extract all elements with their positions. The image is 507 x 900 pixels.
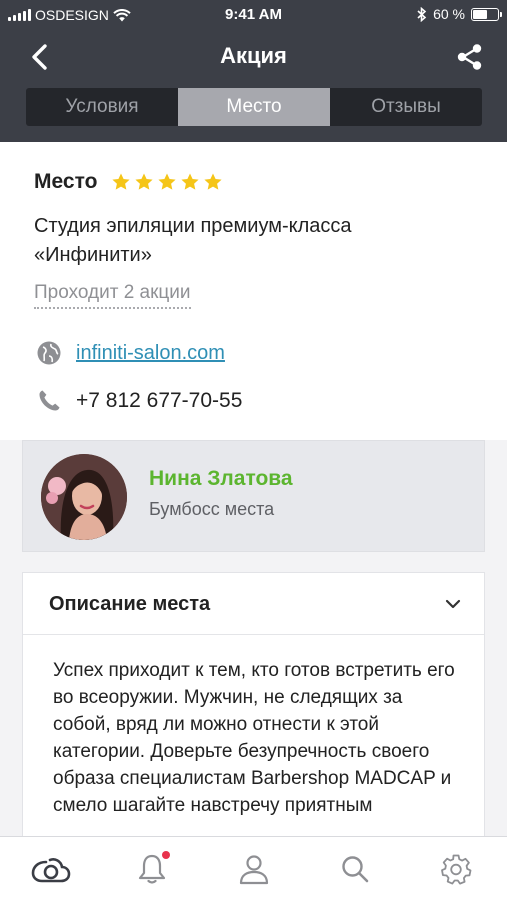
tab-reviews[interactable]: Отзывы	[330, 88, 482, 126]
share-icon	[457, 44, 482, 70]
rating-stars	[111, 172, 223, 192]
tab-conditions[interactable]: Условия	[26, 88, 178, 126]
avatar	[41, 454, 127, 540]
home-icon	[31, 857, 71, 882]
boss-role: Бумбосс места	[149, 499, 275, 519]
settings-icon	[441, 854, 472, 884]
star-icon	[204, 173, 223, 190]
place-heading: Место	[34, 170, 98, 193]
bluetooth-icon	[417, 6, 427, 22]
globe-icon	[37, 341, 61, 365]
boss-name[interactable]: Нина Златова	[149, 467, 293, 491]
tab-place[interactable]: Место	[178, 88, 330, 126]
search-icon	[342, 855, 369, 882]
description-text: Успех приходит к тем, кто готов встретит…	[53, 660, 455, 816]
status-bar: OSDESIGN 9:41 AM 60 %	[0, 0, 507, 30]
tab-notifications[interactable]	[101, 837, 202, 900]
phone-row[interactable]: +7 812 677-70-55	[36, 388, 242, 414]
star-icon	[181, 173, 200, 190]
tab-bar	[0, 836, 507, 900]
nav-bar: Акция	[0, 30, 507, 84]
tab-search[interactable]	[304, 837, 405, 900]
place-name: Студия эпиляции премиум-класса «Инфинити…	[34, 215, 352, 266]
header: OSDESIGN 9:41 AM 60 % Акция Условия Мест…	[0, 0, 507, 142]
place-boss-card[interactable]: Нина Златова Бумбосс места	[22, 440, 485, 552]
description-card: Описание места Успех приходит к тем, кто…	[22, 572, 485, 836]
tab-settings[interactable]	[406, 837, 507, 900]
place-card: Место Студия эпиляции премиум-класса «Ин…	[0, 142, 507, 440]
promos-link[interactable]: Проходит 2 акции	[34, 282, 191, 309]
chevron-down-icon	[445, 599, 461, 609]
phone-icon	[39, 390, 60, 411]
tab-profile[interactable]	[203, 837, 304, 900]
share-button[interactable]	[453, 40, 487, 74]
website-link[interactable]: infiniti-salon.com	[76, 342, 225, 365]
star-icon	[158, 173, 177, 190]
content-area[interactable]: Место Студия эпиляции премиум-класса «Ин…	[0, 142, 507, 836]
star-icon	[112, 173, 131, 190]
tab-home[interactable]	[0, 837, 101, 900]
page-title: Акция	[220, 43, 287, 68]
battery-icon	[471, 7, 502, 21]
segmented-control: Условия Место Отзывы	[26, 88, 482, 126]
battery-percent: 60 %	[433, 6, 465, 22]
back-button[interactable]	[22, 40, 56, 74]
description-title: Описание места	[49, 593, 211, 615]
profile-icon	[239, 854, 268, 884]
chevron-left-icon	[32, 44, 47, 70]
description-header[interactable]: Описание места	[23, 573, 484, 635]
phone-number[interactable]: +7 812 677-70-55	[76, 389, 242, 413]
star-icon	[135, 173, 154, 190]
website-row: infiniti-salon.com	[36, 340, 225, 366]
notification-badge	[162, 851, 171, 859]
